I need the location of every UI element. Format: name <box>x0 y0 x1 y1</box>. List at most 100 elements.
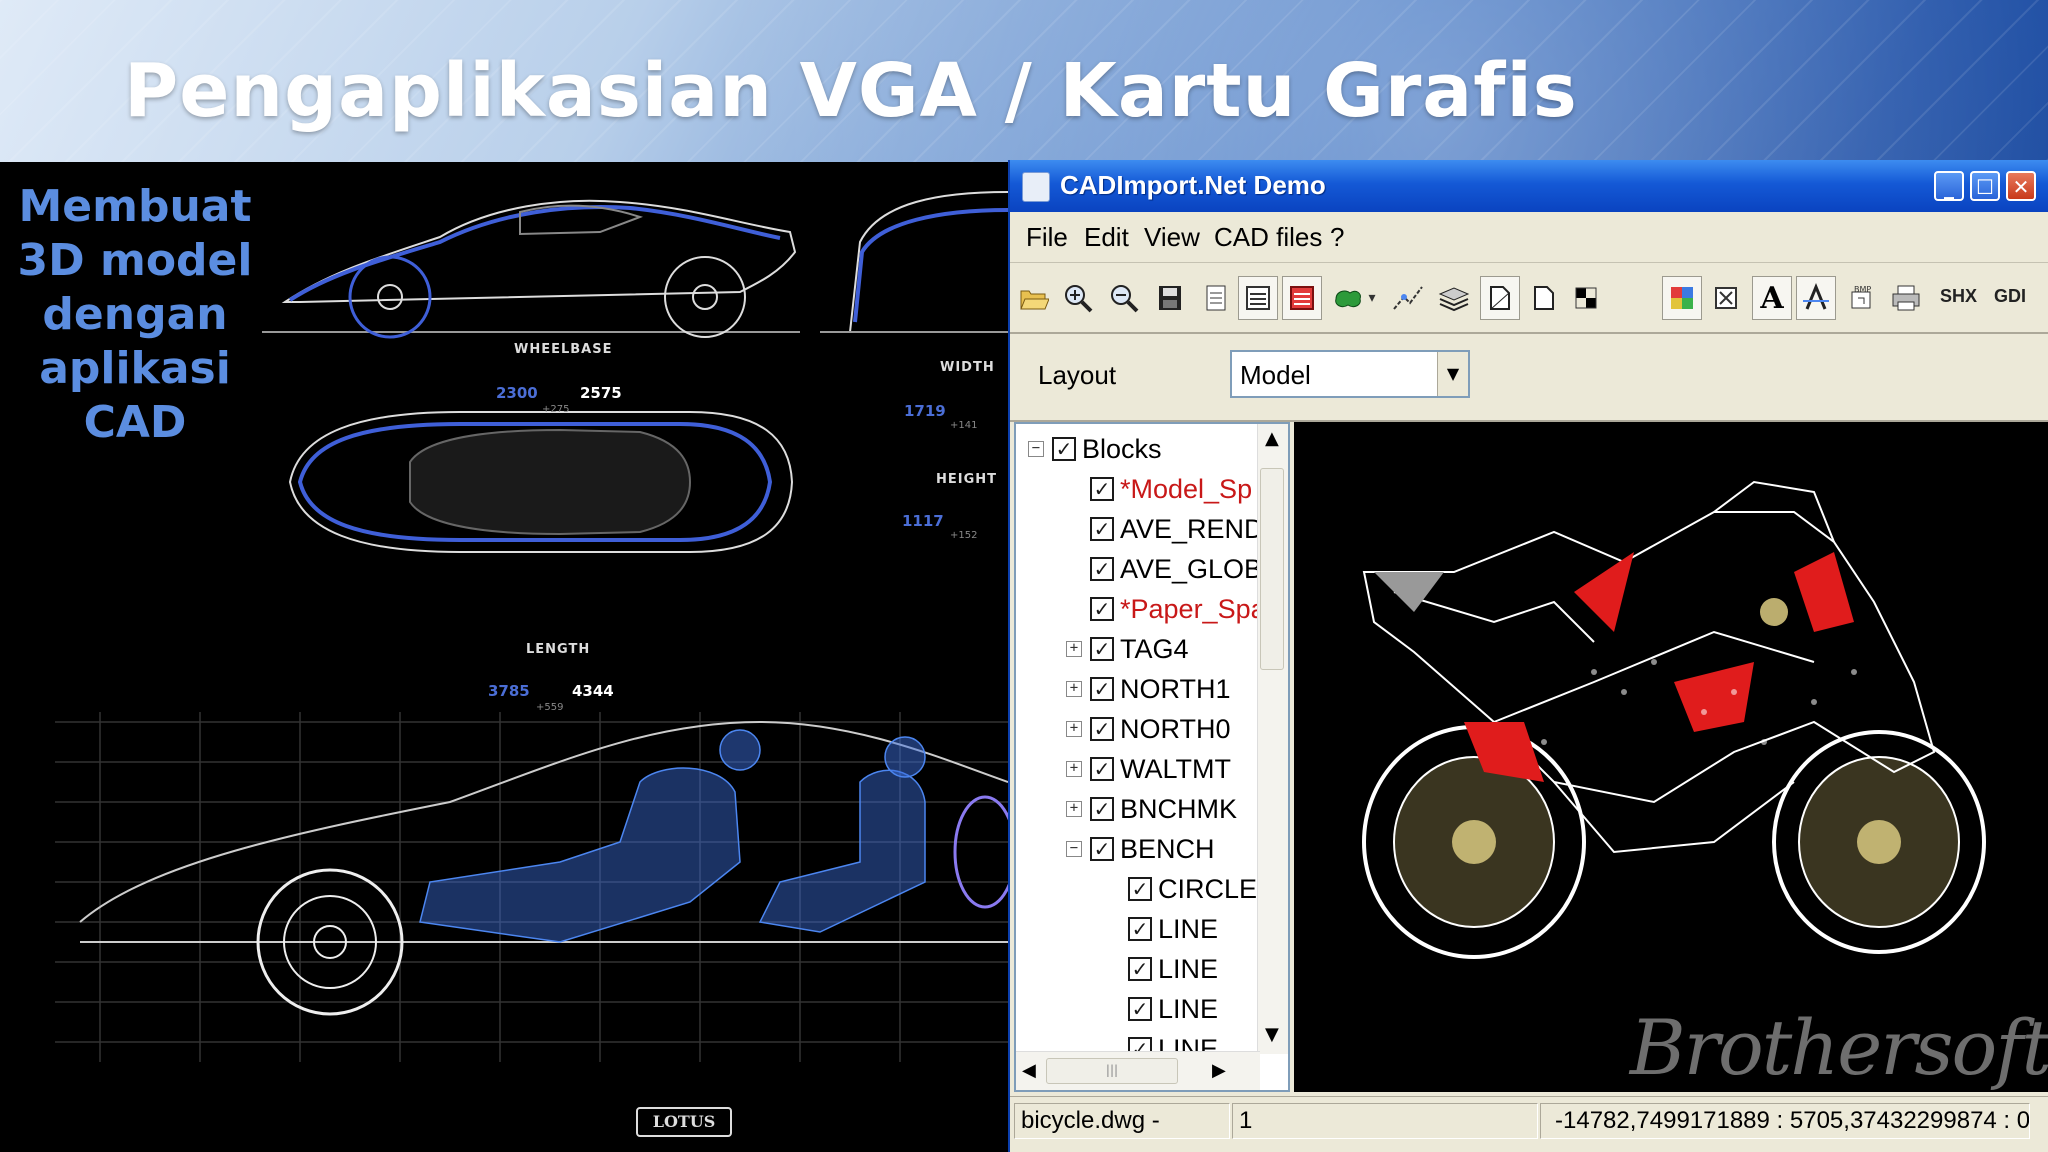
tree-scroll-thumb[interactable] <box>1260 468 1284 670</box>
color-palette-icon[interactable] <box>1662 276 1702 320</box>
tree-vertical-scrollbar[interactable]: ▲ ▼ <box>1257 424 1288 1054</box>
toolbar: ▾ A BMP SHX GDI <box>1010 264 2048 334</box>
save-icon[interactable] <box>1150 276 1190 320</box>
wheelbase-label: WHEELBASE <box>514 342 613 357</box>
polyline-icon[interactable] <box>1388 276 1428 320</box>
tree-item[interactable]: + ✓ WALTMT <box>1066 750 1231 788</box>
zoom-out-icon[interactable] <box>1104 276 1144 320</box>
properties-icon[interactable] <box>1196 276 1236 320</box>
text-tool-icon[interactable]: A <box>1752 276 1792 320</box>
checkbox-checked-icon[interactable]: ✓ <box>1128 917 1152 941</box>
chevron-down-icon[interactable]: ▼ <box>1437 352 1468 396</box>
checkbox-checked-icon[interactable]: ✓ <box>1090 597 1114 621</box>
caption-line: dengan <box>42 289 228 340</box>
tree-item[interactable]: − ✓ BENCH <box>1066 830 1215 868</box>
menu-file[interactable]: File <box>1026 222 1068 253</box>
checkbox-checked-icon[interactable]: ✓ <box>1052 437 1076 461</box>
expand-icon[interactable]: + <box>1066 761 1082 777</box>
black-white-icon[interactable] <box>1566 276 1606 320</box>
list-view-icon[interactable] <box>1238 276 1278 320</box>
caption-line: CAD <box>83 397 187 448</box>
tree-item[interactable]: + ✓ TAG4 <box>1066 630 1189 668</box>
length-alise-value: 3785 <box>488 682 530 700</box>
open-icon[interactable] <box>1014 276 1054 320</box>
close-button[interactable]: ✕ <box>2006 171 2036 201</box>
slide-title: Pengaplikasian VGA / Kartu Grafis <box>124 48 1578 134</box>
maximize-button[interactable]: ☐ <box>1970 171 2000 201</box>
scroll-left-icon[interactable]: ◀ <box>1022 1060 1036 1081</box>
minimize-button[interactable]: _ <box>1934 171 1964 201</box>
layout-bar: Layout Model ▼ <box>1010 334 2048 422</box>
layout-select[interactable]: Model ▼ <box>1230 350 1470 398</box>
tree-item-label: *Paper_Spa <box>1120 593 1266 624</box>
car-side-view <box>262 199 800 339</box>
export-bmp-icon[interactable]: BMP <box>1842 276 1882 320</box>
tree-item-label: WALTMT <box>1120 753 1231 784</box>
dimension-icon[interactable] <box>1796 276 1836 320</box>
height-label: HEIGHT <box>936 472 998 487</box>
tree-item-label: AVE_GLOB <box>1120 553 1263 584</box>
menu-help[interactable]: ? <box>1330 222 1344 253</box>
tree-horizontal-scrollbar[interactable]: ◀ ||| ▶ <box>1016 1051 1260 1090</box>
tree-item[interactable]: ✓ LINE <box>1128 950 1218 988</box>
checkbox-checked-icon[interactable]: ✓ <box>1090 557 1114 581</box>
car-cad-image: Membuat 3D model dengan aplikasi CAD WHE… <box>0 162 1008 1152</box>
paper-space-icon[interactable] <box>1524 276 1564 320</box>
tree-item[interactable]: ✓ AVE_REND <box>1090 510 1264 548</box>
tree-hscroll-thumb[interactable]: ||| <box>1046 1058 1178 1084</box>
motorcycle-drawing <box>1362 480 1986 959</box>
gdi-button[interactable]: GDI <box>1994 286 2026 307</box>
scroll-up-icon[interactable]: ▲ <box>1265 428 1279 449</box>
expand-icon[interactable]: + <box>1066 681 1082 697</box>
status-file: bicycle.dwg - <box>1014 1103 1230 1139</box>
drawing-canvas[interactable]: Brothersoft <box>1294 422 2048 1092</box>
shx-button[interactable]: SHX <box>1940 286 1977 307</box>
checkbox-checked-icon[interactable]: ✓ <box>1090 717 1114 741</box>
wheelbase-alise-value: 2300 <box>496 384 538 402</box>
dropdown-arrow-icon[interactable]: ▾ <box>1362 276 1382 320</box>
tree-item[interactable]: − ✓ Blocks <box>1028 430 1162 468</box>
window-titlebar[interactable]: CADImport.Net Demo _ ☐ ✕ <box>1010 160 2048 212</box>
menu-view[interactable]: View <box>1144 222 1200 253</box>
tree-item[interactable]: ✓ *Model_Sp <box>1090 470 1252 508</box>
collapse-icon[interactable]: − <box>1066 841 1082 857</box>
checkbox-checked-icon[interactable]: ✓ <box>1128 877 1152 901</box>
checkbox-checked-icon[interactable]: ✓ <box>1128 997 1152 1021</box>
tree-item[interactable]: ✓ AVE_GLOB <box>1090 550 1262 588</box>
expand-icon[interactable]: + <box>1066 721 1082 737</box>
menu-cad-files[interactable]: CAD files <box>1214 222 1322 253</box>
fit-extents-icon[interactable] <box>1706 276 1746 320</box>
scroll-right-icon[interactable]: ▶ <box>1212 1060 1226 1081</box>
checkbox-checked-icon[interactable]: ✓ <box>1090 517 1114 541</box>
tree-item[interactable]: ✓ LINE <box>1128 990 1218 1028</box>
checkbox-checked-icon[interactable]: ✓ <box>1090 837 1114 861</box>
checkbox-checked-icon[interactable]: ✓ <box>1090 677 1114 701</box>
expand-icon[interactable]: + <box>1066 641 1082 657</box>
collapse-icon[interactable]: − <box>1028 441 1044 457</box>
tree-item[interactable]: + ✓ NORTH0 <box>1066 710 1231 748</box>
print-icon[interactable] <box>1886 276 1926 320</box>
tree-item[interactable]: + ✓ BNCHMK <box>1066 790 1237 828</box>
tree-item[interactable]: ✓ *Paper_Spa <box>1090 590 1266 628</box>
tree-item[interactable]: ✓ LINE <box>1128 910 1218 948</box>
tree-item-label: AVE_REND <box>1120 513 1264 544</box>
expand-icon[interactable]: + <box>1066 801 1082 817</box>
svg-text:BMP: BMP <box>1854 285 1871 294</box>
app-icon <box>1022 172 1050 202</box>
checkbox-checked-icon[interactable]: ✓ <box>1090 757 1114 781</box>
height-alise-value: 1117 <box>902 512 944 530</box>
checkbox-checked-icon[interactable]: ✓ <box>1090 797 1114 821</box>
tree-item-label: *Model_Sp <box>1120 473 1253 504</box>
model-space-icon[interactable] <box>1480 276 1520 320</box>
scroll-down-icon[interactable]: ▼ <box>1265 1024 1279 1045</box>
menu-edit[interactable]: Edit <box>1084 222 1129 253</box>
zoom-in-icon[interactable] <box>1058 276 1098 320</box>
checkbox-checked-icon[interactable]: ✓ <box>1090 477 1114 501</box>
checkbox-checked-icon[interactable]: ✓ <box>1128 957 1152 981</box>
layers-red-icon[interactable] <box>1282 276 1322 320</box>
tree-item-label: LINE <box>1158 953 1219 984</box>
checkbox-checked-icon[interactable]: ✓ <box>1090 637 1114 661</box>
tree-item[interactable]: + ✓ NORTH1 <box>1066 670 1231 708</box>
tree-item[interactable]: ✓ CIRCLE <box>1128 870 1257 908</box>
layers-icon[interactable] <box>1434 276 1474 320</box>
